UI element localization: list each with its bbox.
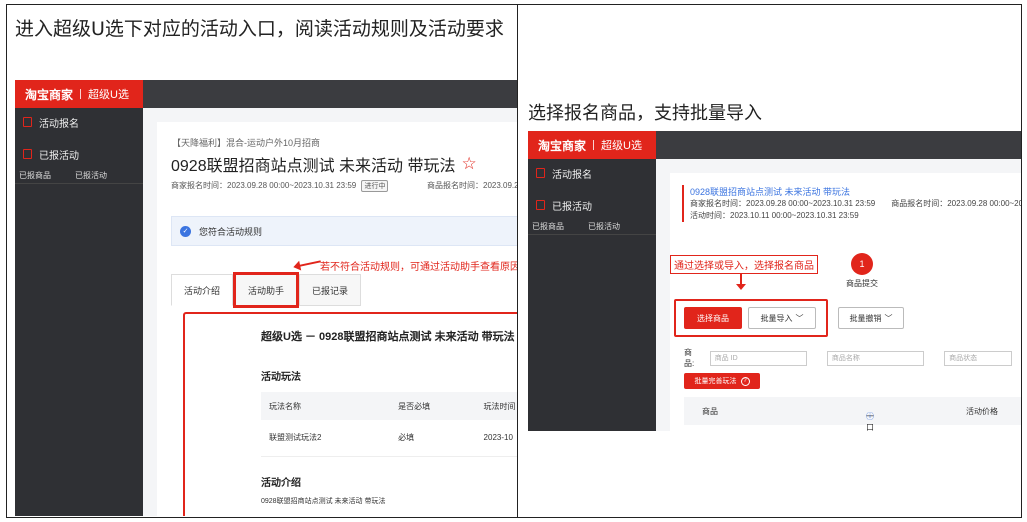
sidebar-sub-activities[interactable]: 已报活动 bbox=[75, 170, 131, 181]
sidebar-item-label: 活动报名 bbox=[552, 169, 592, 181]
rule-status-text: 您符合活动规则 bbox=[199, 226, 263, 237]
goods-id-input[interactable]: 商品 ID bbox=[709, 350, 807, 366]
table-header: 是否必填 bbox=[390, 392, 476, 420]
breadcrumb: 【天降福利】混合-运动户外10月招商 bbox=[172, 138, 321, 148]
sidebar: 活动报名 已报活动 已报商品 已报活动 bbox=[528, 159, 656, 431]
right-caption: 选择报名商品，支持批量导入 bbox=[528, 103, 762, 124]
annotation-arrow bbox=[736, 273, 746, 290]
table-header: 玩法时间 bbox=[475, 392, 517, 420]
sidebar-subitems: 已报商品 已报活动 bbox=[528, 219, 656, 235]
brand-divider bbox=[80, 89, 82, 99]
top-bar: 淘宝商家 超级U选 bbox=[528, 131, 1021, 159]
signup-form: 0928联盟招商站点测试 未来活动 带玩法 商家报名时间：2023.09.28 … bbox=[670, 173, 1022, 431]
document-icon bbox=[23, 117, 32, 127]
table-row: 联盟测试玩法2 必填 2023-10 bbox=[261, 420, 517, 457]
select-goods-button[interactable]: 选择商品 bbox=[684, 307, 742, 329]
table-header-row: 玩法名称 是否必填 玩法时间 bbox=[261, 392, 517, 420]
table-cell: 必填 bbox=[390, 420, 476, 457]
page-title: 0928联盟招商站点测试 未来活动 带玩法 ☆ bbox=[171, 152, 477, 176]
table-cell: 2023-10 bbox=[475, 420, 517, 457]
brand-name: 淘宝商家 bbox=[25, 87, 74, 102]
tab-intro[interactable]: 活动介绍 bbox=[171, 274, 234, 306]
brand-sub: 超级U选 bbox=[88, 89, 129, 101]
right-screenshot: 淘宝商家 超级U选 活动报名 已报活动 已报商品 已报活动 0928联盟招商站点… bbox=[528, 131, 1022, 431]
goods-table-header: 商品 一口价 ⓘ 活动价格 bbox=[684, 397, 1021, 431]
left-caption: 进入超级U选下对应的活动入口，阅读活动规则及活动要求 bbox=[15, 18, 504, 40]
sidebar-subitems: 已报商品 已报活动 bbox=[15, 168, 143, 184]
section-play-heading: 活动玩法 bbox=[261, 372, 301, 383]
tabs: 活动介绍 活动助手 已报记录 bbox=[171, 272, 363, 308]
help-icon: ? bbox=[740, 376, 750, 386]
table-header: 玩法名称 bbox=[261, 392, 391, 420]
merchant-time-text: 商家报名时间：2023.09.28 00:00~2023.10.31 23:59 bbox=[171, 181, 357, 190]
rule-status-bar: ✓ 您符合活动规则 bbox=[171, 216, 517, 246]
table-header: 活动价格 bbox=[966, 406, 998, 416]
sidebar-sub-activities[interactable]: 已报活动 bbox=[588, 221, 644, 232]
step-circle: 1 bbox=[851, 253, 873, 275]
goods-name-input[interactable]: 商品名称 bbox=[826, 350, 925, 366]
chevron-down-icon: ﹀ bbox=[795, 313, 804, 323]
sidebar-sub-goods[interactable]: 已报商品 bbox=[532, 221, 588, 232]
merchant-time: 商家报名时间：2023.09.28 00:00~2023.10.31 23:59… bbox=[690, 199, 1022, 208]
activity-title[interactable]: 0928联盟招商站点测试 未来活动 带玩法 bbox=[690, 185, 1021, 198]
left-screenshot: 淘宝商家 超级U选 活动报名 已报活动 已报商品 已报活动 【天降福利】混合-运… bbox=[15, 80, 518, 516]
activity-detail: 【天降福利】混合-运动户外10月招商 0928联盟招商站点测试 未来活动 带玩法… bbox=[157, 122, 518, 516]
annotation-text: 若不符合活动规则，可通过活动助手查看原因 bbox=[320, 262, 518, 273]
sidebar-item-signup[interactable]: 活动报名 bbox=[15, 108, 143, 136]
left-panel: 进入超级U选下对应的活动入口，阅读活动规则及活动要求 淘宝商家 超级U选 活动报… bbox=[6, 4, 518, 518]
batch-import-button[interactable]: 批量导入 ﹀ bbox=[748, 307, 816, 329]
right-panel: 选择报名商品，支持批量导入 淘宝商家 超级U选 活动报名 已报活动 已报商品 已… bbox=[517, 4, 1022, 518]
document-icon bbox=[23, 149, 32, 159]
goods-time: 商品报名时间：2023.09.28 bbox=[427, 181, 518, 190]
filter-row: 商品: 商品 ID 商品名称 商品状态 bbox=[684, 347, 1021, 369]
sidebar-item-joined[interactable]: 已报活动 bbox=[15, 140, 143, 168]
sidebar: 活动报名 已报活动 已报商品 已报活动 bbox=[15, 108, 143, 516]
batch-revoke-label: 批量撤销 bbox=[849, 313, 882, 323]
play-table: 玩法名称 是否必填 玩法时间 联盟测试玩法2 必填 2023-10 bbox=[261, 392, 517, 457]
brand-logo[interactable]: 淘宝商家 超级U选 bbox=[15, 80, 143, 108]
chevron-down-icon: ﹀ bbox=[884, 313, 893, 323]
page-title-text: 0928联盟招商站点测试 未来活动 带玩法 bbox=[171, 158, 456, 175]
status-badge: 进行中 bbox=[361, 180, 389, 192]
activity-header: 0928联盟招商站点测试 未来活动 带玩法 商家报名时间：2023.09.28 … bbox=[682, 185, 1022, 222]
brand-name: 淘宝商家 bbox=[538, 138, 587, 153]
sidebar-item-label: 活动报名 bbox=[39, 118, 79, 130]
annotation-arrow bbox=[295, 260, 321, 268]
table-cell: 联盟测试玩法2 bbox=[261, 420, 391, 457]
batch-import-label: 批量导入 bbox=[760, 313, 793, 323]
document-icon bbox=[536, 168, 545, 178]
brand-divider bbox=[593, 140, 595, 150]
sidebar-item-label: 已报活动 bbox=[39, 150, 79, 162]
star-icon[interactable]: ☆ bbox=[462, 154, 477, 174]
brand-sub: 超级U选 bbox=[601, 140, 642, 152]
tab-assistant[interactable]: 活动助手 bbox=[233, 272, 300, 308]
intro-text: 0928联盟招商站点测试 未来活动 带玩法 bbox=[261, 498, 386, 505]
help-icon[interactable]: ⓘ bbox=[866, 411, 874, 422]
sidebar-item-signup[interactable]: 活动报名 bbox=[528, 159, 656, 187]
sidebar-sub-goods[interactable]: 已报商品 bbox=[19, 170, 75, 181]
document-icon bbox=[536, 200, 545, 210]
sidebar-item-label: 已报活动 bbox=[552, 201, 592, 213]
section-intro-heading: 活动介绍 bbox=[261, 478, 301, 489]
batch-revoke-button[interactable]: 批量撤销 ﹀ bbox=[838, 307, 904, 329]
brand-logo[interactable]: 淘宝商家 超级U选 bbox=[528, 131, 656, 159]
annotation-text: 通过选择或导入，选择报名商品 bbox=[670, 255, 818, 274]
step-label: 商品提交 bbox=[846, 279, 878, 288]
top-bar: 淘宝商家 超级U选 bbox=[15, 80, 517, 108]
step-indicator: 1 商品提交 bbox=[846, 253, 878, 289]
intro-content: 超级U选 － 0928联盟招商站点测试 未来活动 带玩法 活动玩法 玩法名称 是… bbox=[183, 312, 517, 516]
check-icon: ✓ bbox=[180, 225, 191, 237]
goods-status-select[interactable]: 商品状态 bbox=[944, 350, 1013, 366]
content-title: 超级U选 － 0928联盟招商站点测试 未来活动 带玩法 bbox=[261, 331, 515, 343]
tab-records[interactable]: 已报记录 bbox=[299, 274, 362, 306]
batch-complete-button[interactable]: 批量完善玩法 ? bbox=[684, 373, 760, 389]
batch-complete-label: 批量完善玩法 bbox=[694, 378, 737, 385]
sidebar-item-joined[interactable]: 已报活动 bbox=[528, 191, 656, 219]
table-header: 商品 bbox=[702, 406, 718, 416]
activity-time: 活动时间：2023.10.11 00:00~2023.10.31 23:59 bbox=[690, 211, 859, 220]
filter-label: 商品: bbox=[684, 348, 695, 368]
merchant-time: 商家报名时间：2023.09.28 00:00~2023.10.31 23:59… bbox=[171, 180, 389, 192]
